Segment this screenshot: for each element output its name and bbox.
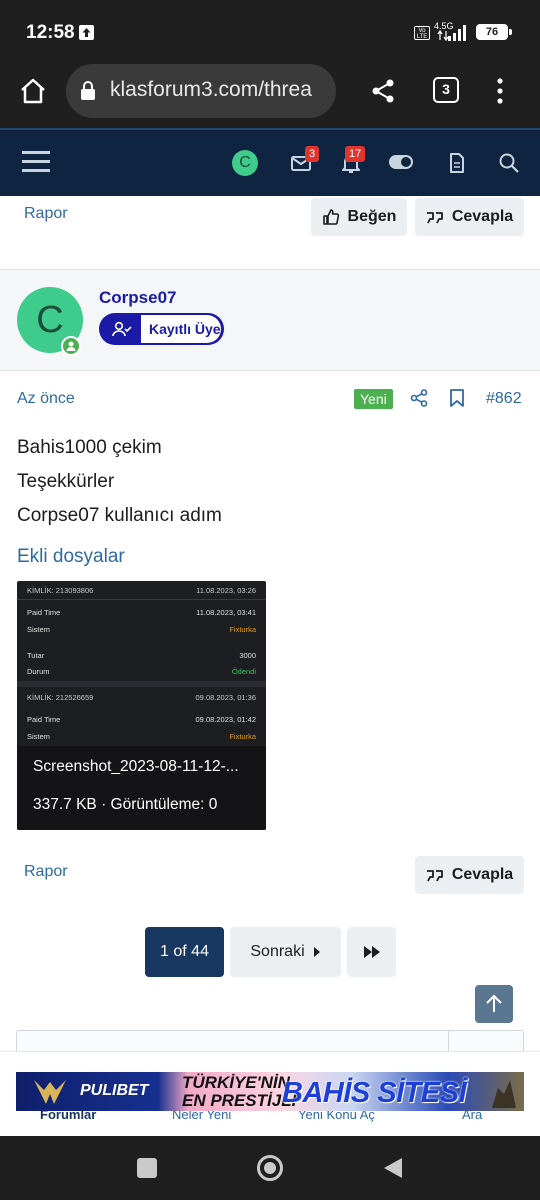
address-bar[interactable]: klasforum3.com/threa — [66, 64, 336, 118]
quote-icon — [426, 870, 443, 882]
online-status-icon — [61, 336, 81, 356]
pulibet-logo-icon — [34, 1080, 66, 1104]
post-user-header: C Corpse07 Kayıtlı Üye — [0, 269, 540, 371]
reply-button[interactable]: Cevapla — [415, 856, 524, 894]
more-menu-icon[interactable] — [496, 77, 504, 110]
user-check-icon — [112, 321, 132, 337]
ss-row: KİMLİK: 212526659 09.08.2023, 01:36 — [27, 693, 256, 702]
system-nav-bar — [0, 1136, 540, 1200]
ss-row: Sistem Fixturka — [27, 625, 256, 634]
attachment-filename: Screenshot_2023-08-11-12-... — [33, 758, 239, 775]
report-link[interactable]: Rapor — [24, 863, 68, 881]
ad-line1: TÜRKİYE'NİN — [182, 1073, 290, 1092]
attachment-meta: 337.7 KB · Görüntüleme: 0 — [33, 796, 218, 813]
new-badge: Yeni — [354, 389, 393, 409]
post-body: Bahis1000 çekim Teşekkürler Corpse07 kul… — [17, 431, 222, 533]
ad-line2: EN PRESTİJLİ — [182, 1091, 297, 1110]
reply-label: Cevapla — [451, 866, 514, 883]
pagination-current[interactable]: 1 of 44 — [145, 927, 224, 977]
ss-row: Paid Time 09.08.2023, 01:42 — [27, 715, 256, 724]
attachment-caption: Screenshot_2023-08-11-12-... 337.7 KB · … — [17, 746, 266, 830]
inbox-count-badge: 3 — [305, 146, 320, 162]
ss-row: Durum Ödendi — [27, 667, 256, 676]
thread-content: Rapor Beğen Cevapla C Corpse07 Kayıtlı Ü… — [0, 196, 540, 1136]
signal-icon — [436, 22, 470, 47]
lock-icon — [80, 81, 96, 106]
pagination-current-label: 1 of 44 — [160, 943, 209, 960]
hamburger-menu-icon[interactable] — [22, 150, 50, 179]
status-time: 12:58 — [26, 22, 75, 43]
post-line: Bahis1000 çekim — [17, 437, 162, 458]
post-avatar-letter: C — [36, 299, 64, 341]
search-icon[interactable] — [498, 152, 520, 174]
post-username[interactable]: Corpse07 — [99, 288, 176, 308]
upload-notification-icon — [79, 25, 94, 40]
prev-reply-button[interactable]: Cevapla — [415, 198, 524, 236]
user-role-badge: Kayıtlı Üye — [99, 313, 224, 345]
user-role-label: Kayıtlı Üye — [141, 315, 221, 343]
header-avatar-letter: C — [239, 154, 251, 171]
like-label: Beğen — [347, 208, 397, 225]
recents-button-icon[interactable] — [137, 1158, 157, 1178]
post-number-link[interactable]: #862 — [486, 390, 522, 408]
pagination-next-button[interactable]: Sonraki — [230, 927, 341, 977]
pagination-last-button[interactable] — [347, 927, 396, 977]
ad-banner[interactable]: PULIBET TÜRKİYE'NİN EN PRESTİJLİ BAHİS S… — [16, 1072, 524, 1111]
attachment-thumbnail[interactable]: KİMLİK: 213093806 11.08.2023, 03:26 Paid … — [17, 581, 266, 830]
battery-level: 76 — [485, 26, 499, 38]
document-icon[interactable] — [446, 152, 468, 174]
scroll-top-button[interactable] — [475, 985, 513, 1023]
tab-switcher-button[interactable]: 3 — [433, 77, 459, 103]
ss-divider — [17, 599, 266, 600]
post-line: Teşekkürler — [17, 471, 115, 492]
ss-divider — [17, 681, 266, 687]
home-icon[interactable] — [18, 76, 48, 111]
ss-row: Tutar 3000 — [27, 651, 256, 660]
battery-icon: 76 — [476, 24, 508, 40]
thumbs-up-icon — [322, 209, 339, 225]
back-button-icon[interactable] — [382, 1156, 404, 1185]
prev-report-link[interactable]: Rapor — [24, 205, 68, 223]
home-button-icon[interactable] — [257, 1155, 283, 1181]
bookmark-icon[interactable] — [449, 389, 465, 412]
forum-header: C 3 17 — [0, 128, 540, 196]
alerts-count-badge: 17 — [345, 146, 366, 162]
theme-toggle-icon[interactable] — [389, 155, 413, 169]
status-bar: 12:58 Vo LTE 4.5G 76 — [0, 0, 540, 64]
header-user-avatar[interactable]: C — [232, 150, 258, 176]
ad-figure-icon — [492, 1080, 516, 1108]
quote-icon — [426, 212, 443, 224]
share-icon[interactable] — [370, 78, 396, 109]
browser-toolbar: klasforum3.com/threa 3 — [0, 64, 540, 128]
ss-row: Paid Time 11.08.2023, 03:41 — [27, 608, 256, 617]
volte-indicator: Vo LTE — [414, 26, 430, 40]
ss-row: KİMLİK: 213093806 11.08.2023, 03:26 — [27, 586, 256, 595]
like-button[interactable]: Beğen — [311, 198, 407, 236]
attachments-title: Ekli dosyalar — [17, 546, 125, 567]
ad-brand: PULIBET — [80, 1082, 149, 1099]
prev-reply-label: Cevapla — [451, 208, 514, 225]
arrow-up-icon — [486, 994, 502, 1012]
ad-line3: BAHİS SİTESİ — [282, 1077, 467, 1109]
post-line: Corpse07 kullanıcı adım — [17, 505, 222, 526]
pagination-next-label: Sonraki — [250, 943, 305, 960]
fast-forward-icon — [363, 946, 380, 958]
caret-right-icon — [313, 947, 320, 957]
tab-count: 3 — [442, 81, 450, 97]
post-time[interactable]: Az önce — [17, 390, 75, 408]
url-text: klasforum3.com/threa — [110, 78, 312, 101]
post-share-icon[interactable] — [410, 389, 428, 412]
battery-tip — [509, 29, 512, 35]
ss-row: Sistem Fixturka — [27, 732, 256, 741]
